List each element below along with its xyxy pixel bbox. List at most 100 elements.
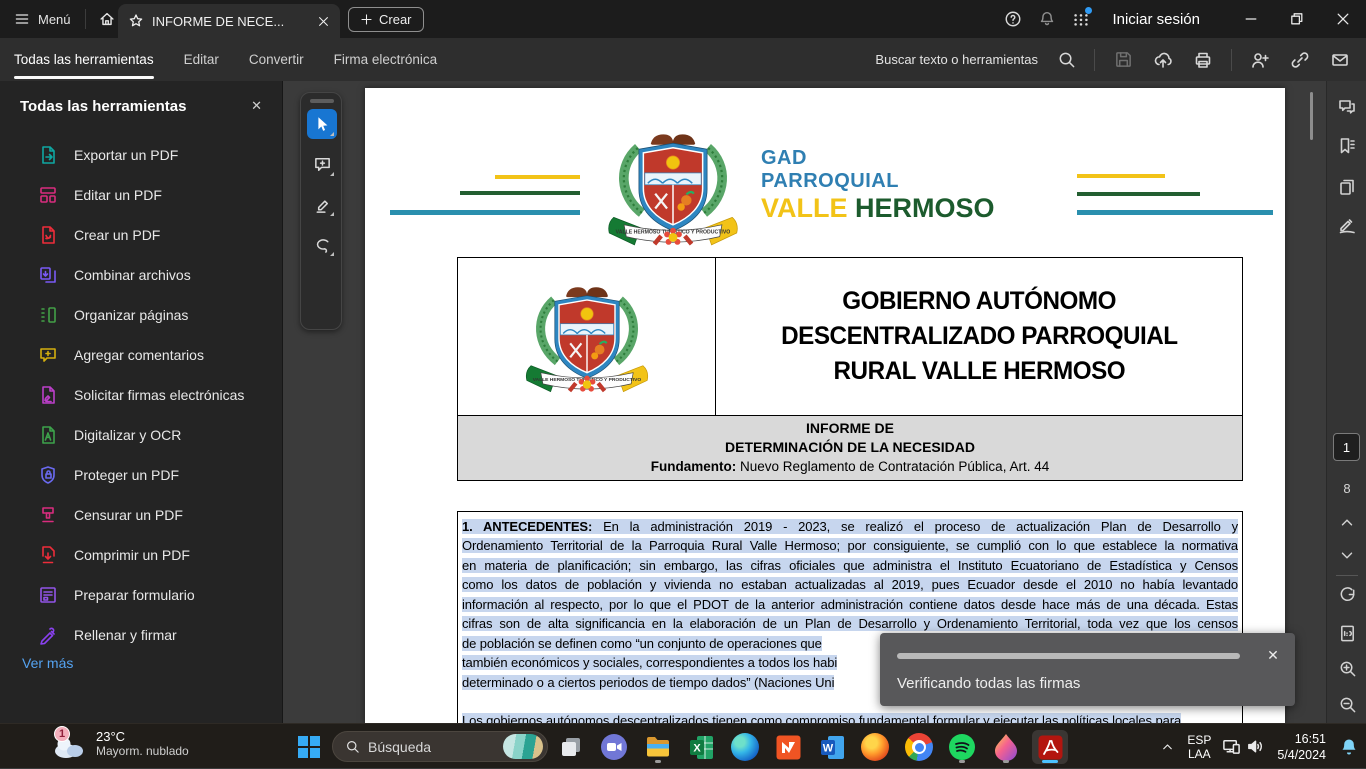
tool-label: Comprimir un PDF bbox=[74, 547, 190, 563]
tool-label: Solicitar firmas electrónicas bbox=[74, 387, 244, 403]
tool-redact-pdf[interactable]: Censurar un PDF bbox=[0, 495, 282, 535]
fit-page-icon bbox=[1338, 624, 1357, 643]
report-title-line: INFORME DE bbox=[458, 419, 1242, 438]
tab-convert[interactable]: Convertir bbox=[249, 38, 304, 81]
document-viewer[interactable]: GAD PARROQUIAL VALLE HERMOSO GOBIERNO AU… bbox=[284, 81, 1326, 723]
help-icon bbox=[1004, 10, 1022, 28]
progress-bar bbox=[897, 653, 1240, 659]
close-window-button[interactable] bbox=[1320, 0, 1366, 38]
app-file-explorer[interactable] bbox=[640, 730, 676, 764]
comments-panel-button[interactable] bbox=[1334, 94, 1360, 120]
quick-tools-bar[interactable] bbox=[300, 92, 342, 330]
zoom-in-button[interactable] bbox=[1334, 655, 1360, 681]
rotate-refresh-button[interactable] bbox=[1334, 582, 1360, 608]
combine-files-icon bbox=[38, 265, 58, 285]
tool-add-comments[interactable]: Agregar comentarios bbox=[0, 335, 282, 375]
sign-in-button[interactable]: Iniciar sesión bbox=[1112, 11, 1200, 28]
app-task-view[interactable] bbox=[553, 730, 589, 764]
app-firefox[interactable] bbox=[857, 730, 893, 764]
tool-combine-files[interactable]: Combinar archivos bbox=[0, 255, 282, 295]
document-tab[interactable]: INFORME DE NECE... bbox=[118, 4, 340, 38]
app-word[interactable]: W bbox=[814, 730, 850, 764]
search-icon bbox=[1057, 50, 1076, 69]
app-chat[interactable] bbox=[596, 730, 632, 764]
zoom-out-button[interactable] bbox=[1334, 691, 1360, 717]
highlighter-tool-button[interactable] bbox=[307, 189, 337, 219]
upload-cloud-button[interactable] bbox=[1145, 42, 1181, 78]
share-link-button[interactable] bbox=[1282, 42, 1318, 78]
previous-page-button[interactable] bbox=[1334, 509, 1360, 535]
close-tab-icon[interactable] bbox=[317, 15, 330, 28]
start-button[interactable] bbox=[293, 731, 325, 763]
tab-edit[interactable]: Editar bbox=[184, 38, 219, 81]
bookmarks-panel-button[interactable] bbox=[1334, 133, 1360, 159]
create-button[interactable]: Crear bbox=[348, 7, 424, 32]
search-button[interactable] bbox=[1048, 42, 1084, 78]
add-user-icon bbox=[1250, 50, 1270, 70]
add-comment-tool-button[interactable] bbox=[307, 149, 337, 179]
tool-prepare-form[interactable]: Preparar formulario bbox=[0, 575, 282, 615]
close-toast-button[interactable]: ✕ bbox=[1263, 645, 1283, 665]
volume-button[interactable] bbox=[1243, 724, 1267, 769]
tool-export-pdf[interactable]: Exportar un PDF bbox=[0, 135, 282, 175]
email-button[interactable] bbox=[1322, 42, 1358, 78]
tab-esign[interactable]: Firma electrónica bbox=[334, 38, 438, 81]
app-edge[interactable] bbox=[727, 730, 763, 764]
compress-pdf-icon bbox=[38, 545, 58, 565]
tool-organize-pages[interactable]: Organizar páginas bbox=[0, 295, 282, 335]
apps-grid-button[interactable] bbox=[1064, 0, 1098, 38]
page-thumbnails-button[interactable] bbox=[1334, 174, 1360, 200]
select-tool-button[interactable] bbox=[307, 109, 337, 139]
edit-pdf-icon bbox=[38, 185, 58, 205]
network-button[interactable] bbox=[1219, 724, 1243, 769]
language-switcher[interactable]: ESP LAA bbox=[1187, 733, 1211, 761]
excel-icon: X bbox=[688, 734, 715, 761]
next-page-button[interactable] bbox=[1334, 542, 1360, 568]
restore-icon bbox=[1289, 11, 1305, 27]
table-title-cell: GOBIERNO AUTÓNOMO DESCENTRALIZADO PARROQ… bbox=[716, 258, 1242, 415]
tab-all-tools[interactable]: Todas las herramientas bbox=[14, 38, 154, 81]
tool-edit-pdf[interactable]: Editar un PDF bbox=[0, 175, 282, 215]
tool-scan-ocr[interactable]: Digitalizar y OCR bbox=[0, 415, 282, 455]
see-more-link[interactable]: Ver más bbox=[22, 655, 73, 671]
help-button[interactable] bbox=[996, 0, 1030, 38]
tool-request-signatures[interactable]: Solicitar firmas electrónicas bbox=[0, 375, 282, 415]
scrollbar-thumb[interactable] bbox=[1310, 92, 1313, 140]
add-user-button[interactable] bbox=[1242, 42, 1278, 78]
tool-compress-pdf[interactable]: Comprimir un PDF bbox=[0, 535, 282, 575]
print-button[interactable] bbox=[1185, 42, 1221, 78]
toolbar: Todas las herramientas Editar Convertir … bbox=[0, 38, 1366, 81]
tool-fill-sign[interactable]: Rellenar y firmar bbox=[0, 615, 282, 655]
drag-handle[interactable] bbox=[310, 99, 334, 103]
close-panel-button[interactable]: ✕ bbox=[247, 94, 266, 118]
save-button[interactable] bbox=[1105, 42, 1141, 78]
taskbar-search[interactable]: Búsqueda bbox=[332, 731, 548, 762]
app-paint-drop[interactable] bbox=[988, 730, 1024, 764]
search-icon bbox=[345, 739, 360, 754]
notification-center-button[interactable] bbox=[1332, 724, 1366, 769]
letterhead-line bbox=[1077, 174, 1165, 178]
page-number-input[interactable]: 1 bbox=[1333, 433, 1360, 461]
signatures-panel-button[interactable] bbox=[1334, 212, 1360, 238]
lasso-tool-button[interactable] bbox=[307, 229, 337, 259]
tool-create-pdf[interactable]: Crear un PDF bbox=[0, 215, 282, 255]
app-acrobat[interactable] bbox=[1032, 730, 1068, 764]
save-icon bbox=[1114, 50, 1133, 69]
tool-protect-pdf[interactable]: Proteger un PDF bbox=[0, 455, 282, 495]
search-label[interactable]: Buscar texto o herramientas bbox=[875, 52, 1038, 67]
notifications-button[interactable] bbox=[1030, 0, 1064, 38]
app-chrome[interactable] bbox=[901, 730, 937, 764]
minimize-button[interactable] bbox=[1228, 0, 1274, 38]
app-spotify[interactable] bbox=[944, 730, 980, 764]
fit-page-button[interactable] bbox=[1334, 620, 1360, 646]
restore-button[interactable] bbox=[1274, 0, 1320, 38]
titlebar: Menú INFORME DE NECE... Crear Inicia bbox=[0, 0, 1366, 38]
body-line: cifras son de alta significancia en la e… bbox=[462, 614, 1238, 633]
divider bbox=[1094, 49, 1095, 71]
hidden-icons-button[interactable] bbox=[1155, 724, 1179, 769]
app-nitro-pdf[interactable] bbox=[770, 730, 806, 764]
menu-button[interactable]: Menú bbox=[0, 0, 85, 38]
weather-widget[interactable]: 1 23°C Mayorm. nublado bbox=[52, 728, 189, 758]
clock-widget[interactable]: 16:51 5/4/2024 bbox=[1277, 731, 1326, 763]
app-excel[interactable]: X bbox=[683, 730, 719, 764]
